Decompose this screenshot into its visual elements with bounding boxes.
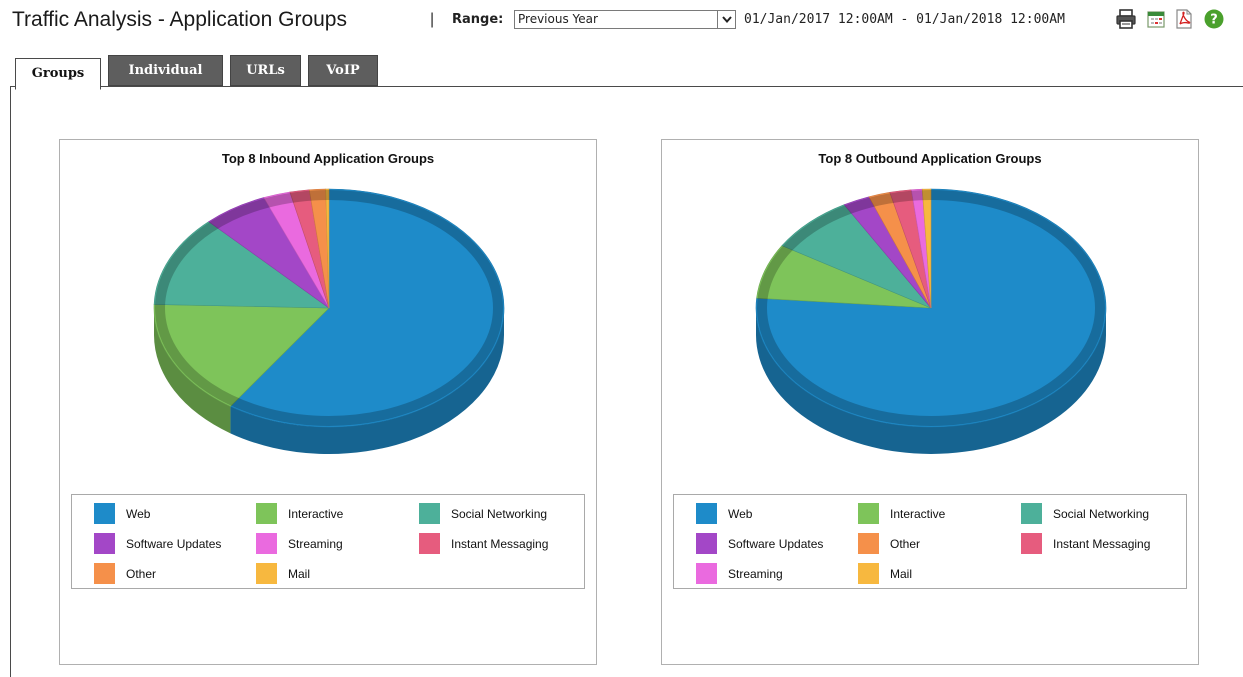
date-range-text: 01/Jan/2017 12:00AM - 01/Jan/2018 12:00A… bbox=[744, 12, 1065, 27]
legend-swatch bbox=[1021, 503, 1042, 524]
legend-swatch bbox=[858, 563, 879, 584]
legend-label: Interactive bbox=[288, 507, 344, 521]
legend-label: Other bbox=[126, 567, 157, 581]
chart-legend: Web Interactive Social Networking Software … bbox=[673, 494, 1187, 589]
outbound-pie-chart bbox=[755, 188, 1107, 454]
legend-swatch bbox=[696, 533, 717, 554]
range-label: Range: bbox=[452, 12, 504, 27]
legend-swatch bbox=[1021, 533, 1042, 554]
legend-swatch bbox=[696, 563, 717, 584]
tab-voip[interactable]: VoIP bbox=[308, 55, 378, 86]
legend-swatch bbox=[94, 533, 115, 554]
page-header: Traffic Analysis - Application Groups | … bbox=[0, 0, 1243, 42]
chart-title: Top 8 Outbound Application Groups bbox=[818, 151, 1042, 166]
legend-swatch bbox=[94, 503, 115, 524]
legend-swatch bbox=[94, 563, 115, 584]
pdf-icon[interactable] bbox=[1173, 8, 1195, 30]
range-selected-value: Previous Year bbox=[518, 12, 598, 26]
legend-swatch bbox=[858, 503, 879, 524]
calendar-icon[interactable] bbox=[1145, 8, 1167, 30]
legend-label: Mail bbox=[288, 567, 311, 581]
printer-icon[interactable] bbox=[1115, 8, 1137, 30]
legend-swatch bbox=[256, 563, 277, 584]
legend-label: Web bbox=[126, 507, 151, 521]
chevron-down-icon[interactable] bbox=[717, 11, 735, 28]
legend-label: Other bbox=[890, 537, 921, 551]
legend-label: Software Updates bbox=[728, 537, 824, 551]
inbound-pie-chart bbox=[153, 188, 505, 454]
legend-label: Social Networking bbox=[1053, 507, 1150, 521]
legend-swatch bbox=[256, 503, 277, 524]
legend-swatch bbox=[858, 533, 879, 554]
legend-label: Software Updates bbox=[126, 537, 222, 551]
chart-title: Top 8 Inbound Application Groups bbox=[221, 151, 435, 166]
legend-label: Streaming bbox=[728, 567, 783, 581]
legend-label: Web bbox=[728, 507, 753, 521]
tabs-baseline bbox=[10, 86, 1243, 87]
range-select[interactable]: Previous Year bbox=[514, 10, 736, 29]
legend-label: Social Networking bbox=[451, 507, 548, 521]
tab-groups[interactable]: Groups bbox=[15, 58, 101, 90]
tab-individual[interactable]: Individual bbox=[108, 55, 223, 86]
chart-legend: Web Interactive Social Networking Software … bbox=[71, 494, 585, 589]
legend-label: Mail bbox=[890, 567, 913, 581]
outbound-chart-panel: Top 8 Outbound Application Groups Web Int… bbox=[661, 139, 1199, 665]
legend-label: Interactive bbox=[890, 507, 946, 521]
content-border bbox=[10, 86, 11, 677]
page-title: Traffic Analysis - Application Groups bbox=[12, 8, 347, 31]
legend-label: Instant Messaging bbox=[451, 537, 549, 551]
title-separator: | bbox=[430, 11, 435, 28]
legend-label: Streaming bbox=[288, 537, 343, 551]
inbound-chart-panel: Top 8 Inbound Application Groups Web Inte… bbox=[59, 139, 597, 665]
legend-swatch bbox=[256, 533, 277, 554]
tab-urls[interactable]: URLs bbox=[230, 55, 301, 86]
legend-swatch bbox=[696, 503, 717, 524]
help-icon[interactable]: ? bbox=[1203, 8, 1225, 30]
svg-text:?: ? bbox=[1210, 13, 1218, 28]
legend-swatch bbox=[419, 533, 440, 554]
legend-swatch bbox=[419, 503, 440, 524]
legend-label: Instant Messaging bbox=[1053, 537, 1151, 551]
